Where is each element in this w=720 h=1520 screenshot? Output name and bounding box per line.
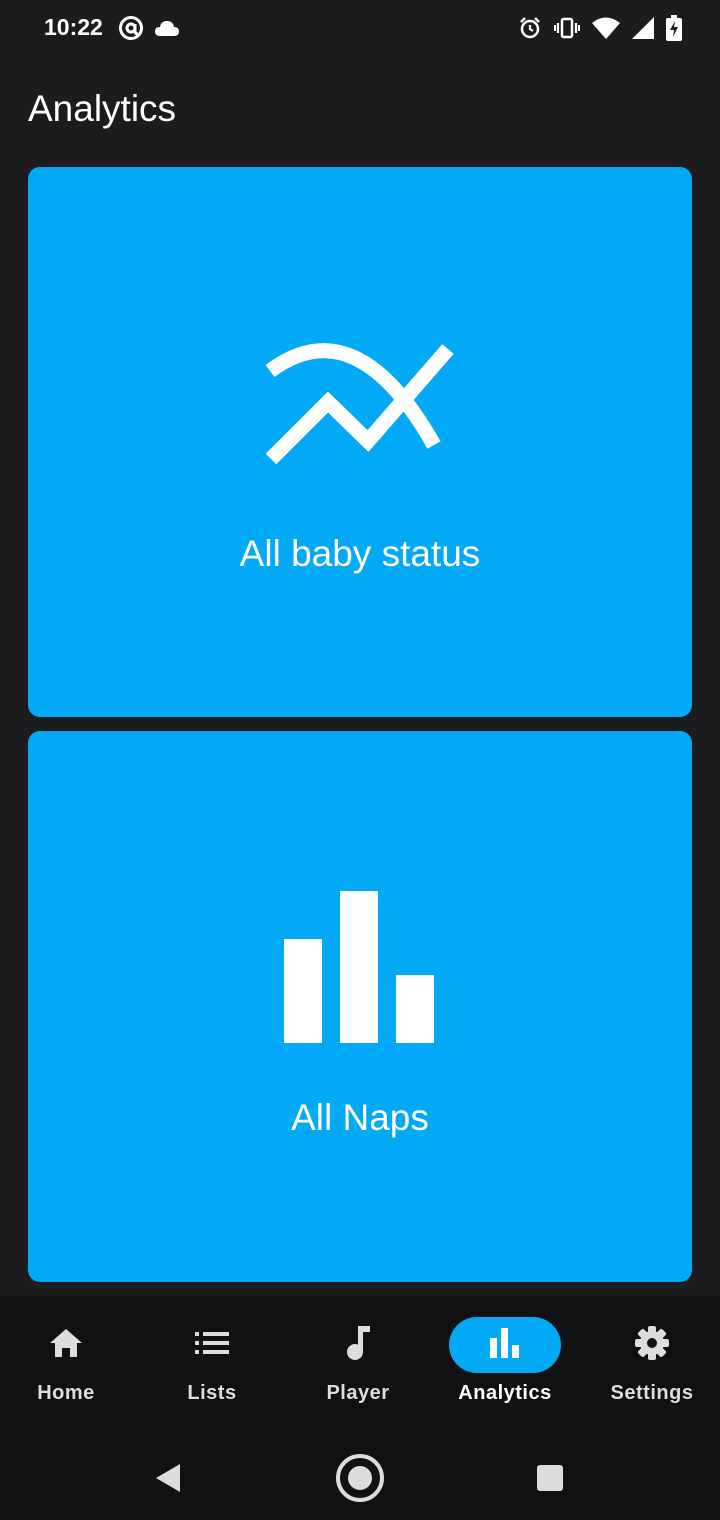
analytics-icon [490,1327,520,1363]
back-icon [154,1463,182,1498]
nav-label: Player [326,1382,390,1404]
nav-label: Settings [610,1382,694,1404]
all-baby-status-card[interactable]: All baby status [28,167,692,717]
home-icon [49,1328,83,1363]
alarm-icon [518,16,542,40]
wifi-icon [592,17,620,39]
home-button[interactable] [330,1450,390,1510]
home-circle-icon [335,1453,385,1508]
nav-item-lists[interactable]: Lists [140,1296,284,1430]
page-title: Analytics [28,88,177,129]
status-time: 10:22 [44,14,103,40]
all-naps-card[interactable]: All Naps [28,731,692,1282]
bottom-navigation: Home Lists Player Analytics Settings [0,1296,720,1430]
at-sign-icon [118,15,144,41]
recents-icon [536,1464,564,1497]
battery-charging-icon [666,15,682,41]
nav-label: Analytics [458,1382,552,1404]
vibrate-icon [554,17,580,39]
nav-item-home[interactable]: Home [0,1296,138,1430]
card-label: All Naps [291,1097,429,1138]
gear-icon [635,1325,669,1365]
status-bar: 10:22 [0,0,720,56]
card-label: All baby status [239,533,481,574]
music-note-icon [346,1325,370,1365]
signal-icon [632,17,654,39]
cloud-icon [154,19,180,37]
nav-label: Lists [187,1382,237,1404]
system-navigation-bar [0,1430,720,1520]
trending-chart-icon [265,337,454,472]
bar-chart-icon [284,891,436,1048]
nav-item-analytics[interactable]: Analytics [433,1296,577,1430]
nav-label: Home [37,1382,95,1404]
back-button[interactable] [138,1450,198,1510]
nav-item-player[interactable]: Player [286,1296,430,1430]
list-icon [195,1331,229,1359]
nav-item-settings[interactable]: Settings [580,1296,720,1430]
recents-button[interactable] [520,1450,580,1510]
